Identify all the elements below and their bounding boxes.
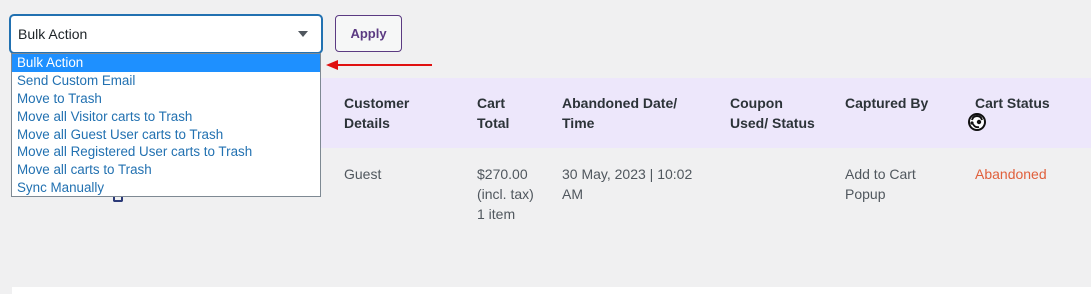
header-date-line1: Abandoned Date/ bbox=[562, 95, 678, 111]
cell-cart-total: $270.00 (incl. tax) 1 item bbox=[477, 164, 534, 224]
mailchimp-icon bbox=[968, 113, 986, 131]
header-total-line2: Total bbox=[477, 115, 510, 131]
table-footer-strip bbox=[12, 287, 1091, 294]
header-customer-line1: Customer bbox=[344, 95, 410, 111]
header-date-line2: Time bbox=[562, 115, 595, 131]
cell-captured-by: Add to Cart Popup bbox=[845, 164, 916, 204]
option-sync-manually[interactable]: Sync Manually bbox=[12, 179, 320, 197]
option-move-registered-carts-trash[interactable]: Move all Registered User carts to Trash bbox=[12, 143, 320, 161]
cell-captured-line1: Add to Cart bbox=[845, 166, 916, 182]
status-badge: Abandoned bbox=[975, 166, 1047, 182]
cell-total-items: 1 item bbox=[477, 206, 516, 222]
cell-date-line2: AM bbox=[562, 186, 583, 202]
cell-total-amount: $270.00 bbox=[477, 166, 528, 182]
header-abandoned-date[interactable]: Abandoned Date/ Time bbox=[562, 93, 677, 133]
chevron-down-icon bbox=[298, 31, 308, 37]
header-coupon-status[interactable]: Coupon Used/ Status bbox=[730, 93, 815, 133]
header-customer-details[interactable]: Customer Details bbox=[344, 93, 409, 133]
option-send-custom-email[interactable]: Send Custom Email bbox=[12, 72, 320, 90]
bulk-action-select[interactable]: Bulk Action bbox=[10, 15, 322, 53]
header-cart-status[interactable]: Cart Status bbox=[975, 93, 1050, 113]
cell-total-tax-note: (incl. tax) bbox=[477, 186, 534, 202]
header-coupon-line2: Used/ Status bbox=[730, 115, 815, 131]
header-cart-total[interactable]: Cart Total bbox=[477, 93, 509, 133]
cell-customer: Guest bbox=[344, 166, 382, 182]
option-move-visitor-carts-trash[interactable]: Move all Visitor carts to Trash bbox=[12, 108, 320, 126]
cell-date-line1: 30 May, 2023 | 10:02 bbox=[562, 166, 693, 182]
header-captured-by[interactable]: Captured By bbox=[845, 93, 928, 113]
annotation-arrow-icon bbox=[326, 60, 432, 70]
header-customer-line2: Details bbox=[344, 115, 390, 131]
apply-button[interactable]: Apply bbox=[335, 15, 402, 52]
option-move-guest-carts-trash[interactable]: Move all Guest User carts to Trash bbox=[12, 126, 320, 144]
cell-captured-line2: Popup bbox=[845, 186, 886, 202]
bulk-action-dropdown: Bulk Action Send Custom Email Move to Tr… bbox=[11, 53, 321, 197]
option-move-all-carts-trash[interactable]: Move all carts to Trash bbox=[12, 161, 320, 179]
cell-abandoned-date: 30 May, 2023 | 10:02 AM bbox=[562, 164, 692, 204]
header-total-line1: Cart bbox=[477, 95, 506, 111]
bulk-action-selected-value: Bulk Action bbox=[18, 26, 88, 42]
option-move-to-trash[interactable]: Move to Trash bbox=[12, 90, 320, 108]
option-bulk-action[interactable]: Bulk Action bbox=[12, 54, 320, 72]
header-coupon-line1: Coupon bbox=[730, 95, 783, 111]
